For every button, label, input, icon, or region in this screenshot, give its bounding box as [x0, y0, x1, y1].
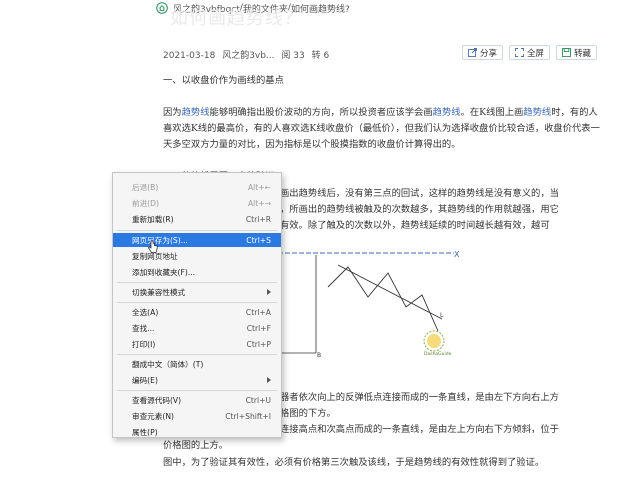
article-line: 器者依次向上的反弹低点连接而成的一条直线，是由左下方向右上方: [280, 392, 559, 403]
share-icon: [468, 48, 477, 57]
menu-separator: [117, 390, 277, 391]
keyword-link[interactable]: 趋势线: [182, 107, 210, 118]
article-line: 连接高点和次高点而成的一条直线，是由左上方向右下方倾斜，位于: [280, 424, 559, 435]
menu-separator: [117, 354, 277, 355]
menu-item-compat-mode[interactable]: 切换兼容性模式: [113, 285, 281, 299]
transfer-button[interactable]: 转藏: [556, 45, 598, 60]
menu-separator: [117, 230, 277, 231]
menu-item-view-source[interactable]: 查看源代码(V) Ctrl+U: [113, 393, 281, 407]
menu-item-back[interactable]: 后退(B) Alt+←: [113, 180, 281, 194]
mouse-pointer-icon: [148, 240, 158, 253]
stamp-text: DashaGuide: [424, 351, 452, 357]
menu-item-save-as[interactable]: 网页另存为(S)... Ctrl+S: [113, 233, 281, 247]
article-author[interactable]: 风之韵3vb...: [222, 51, 274, 61]
submenu-arrow-icon: [267, 289, 271, 295]
fullscreen-label: 全屏: [527, 48, 545, 59]
page-title: 如何画趋势线？: [170, 8, 303, 29]
transfer-label: 转藏: [574, 48, 592, 59]
menu-separator: [117, 302, 277, 303]
article-line: 图中，为了验证其有效性，必须有价格第三次触及该线，于是趋势线的有效性就得到了验证…: [163, 457, 545, 468]
share-button[interactable]: 分享: [462, 45, 504, 60]
fullscreen-button[interactable]: 全屏: [509, 45, 551, 60]
keyword-link[interactable]: 趋势线: [523, 107, 551, 118]
menu-separator: [117, 282, 277, 283]
article-line: ，所画出的趋势线被触及的次数越多，其趋势线的作用就越强，用它: [280, 204, 559, 215]
submenu-arrow-icon: [267, 377, 271, 383]
menu-item-forward[interactable]: 前进(D) Alt+→: [113, 196, 281, 210]
menu-item-add-favorite[interactable]: 添加到收藏夹(F)...: [113, 265, 281, 279]
menu-item-reload[interactable]: 重新加载(R) Ctrl+R: [113, 212, 281, 226]
context-menu: 后退(B) Alt+← 前进(D) Alt+→ 重新加载(R) Ctrl+R 网页另存…: [112, 172, 282, 438]
figure-b-label: B: [317, 352, 321, 359]
article-paragraph-1: 因为趋势线能够明确指出股价波动的方向，所以投资者应该学会画趋势线。在K线图上画趋…: [163, 107, 600, 150]
figure-l-label: L: [440, 312, 444, 319]
article-date: 2021-03-18: [163, 51, 216, 61]
read-count: 阅 33: [281, 51, 305, 61]
menu-item-inspect[interactable]: 审查元素(N) Ctrl+Shift+I: [113, 409, 281, 423]
menu-item-properties[interactable]: 属性(P): [113, 425, 281, 439]
section-heading-1: 一、以收盘价作为画线的基点: [163, 75, 284, 86]
trend-line: [337, 264, 443, 320]
home-icon[interactable]: [156, 2, 168, 14]
article-line: 价格图的上方。: [163, 440, 229, 451]
watermark-stamp: DashaGuide: [423, 330, 452, 357]
menu-item-encoding[interactable]: 编码(E): [113, 373, 281, 387]
figure-x-label: X: [454, 250, 460, 259]
article-line: 格图的下方。: [280, 408, 336, 419]
repost-count: 转 6: [311, 51, 330, 61]
menu-item-translate[interactable]: 翻成中文（简体）(T): [113, 357, 281, 371]
menu-item-print[interactable]: 打印(I) Ctrl+P: [113, 337, 281, 351]
keyword-link[interactable]: 趋势线: [433, 107, 461, 118]
menu-item-copy-url[interactable]: 复制网页地址: [113, 249, 281, 263]
fullscreen-icon: [515, 48, 524, 57]
menu-item-find[interactable]: 查找... Ctrl+F: [113, 321, 281, 335]
share-label: 分享: [480, 48, 498, 59]
article-line: 有效。除了触及的次数以外，趋势线延续的时间越长越有效，越可: [280, 220, 550, 231]
menu-item-select-all[interactable]: 全选(A) Ctrl+A: [113, 305, 281, 319]
article-line: 画出趋势线后，没有第三点的回试，这样的趋势线是没有意义的，当: [280, 188, 559, 199]
price-line: [327, 266, 439, 332]
article-meta: 2021-03-18 风之韵3vb... 阅 33 转 6: [163, 48, 333, 61]
save-icon: [562, 48, 571, 57]
